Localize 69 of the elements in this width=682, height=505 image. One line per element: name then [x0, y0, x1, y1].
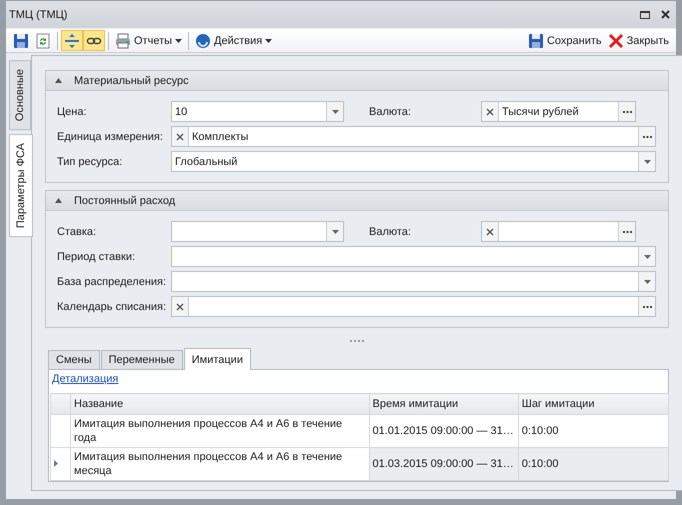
link-icon[interactable] [83, 30, 105, 51]
field-label: Цена: [57, 106, 88, 118]
lookup-field[interactable] [171, 296, 656, 317]
dropdown-button[interactable] [638, 247, 655, 266]
field-label: Единица измерения: [57, 130, 164, 142]
column-header[interactable]: Название [70, 394, 369, 414]
dropdown-field[interactable]: 10 [171, 101, 344, 122]
detail-link[interactable]: Детализация [52, 373, 118, 390]
clear-button[interactable] [172, 297, 189, 316]
dropdown-field[interactable] [171, 271, 656, 292]
lookup-field[interactable] [481, 221, 636, 242]
field-label: Тип ресурса: [57, 156, 124, 168]
clear-button[interactable] [482, 102, 499, 121]
clear-icon [176, 302, 184, 310]
dropdown-button[interactable] [326, 222, 343, 241]
clear-button[interactable] [482, 222, 499, 241]
dropdown-button[interactable] [326, 102, 343, 121]
table-cell: 0:10:00 [518, 448, 668, 480]
toolbar-button[interactable]: Сохранить [524, 30, 605, 51]
dropdown-field[interactable] [171, 221, 344, 242]
ellipsis-button[interactable] [618, 102, 635, 121]
clear-icon [486, 108, 494, 116]
printer-icon [115, 32, 131, 48]
table-cell: Имитация выполнения процессов А4 и А6 в течение года [70, 414, 369, 448]
table-cell: 01.03.2015 09:00:00 — 31… [369, 448, 518, 480]
expand-vertical-icon[interactable] [61, 30, 83, 51]
column-header[interactable]: Время имитации [369, 394, 518, 414]
field-label: Календарь списания: [57, 300, 168, 312]
caret-icon [644, 254, 650, 258]
tab[interactable]: Переменные [100, 350, 183, 369]
row-indicator-icon [54, 460, 58, 467]
side-tab[interactable]: Параметры ФСА [9, 134, 33, 238]
tab[interactable]: Смены [48, 350, 100, 369]
caret-icon [644, 160, 650, 164]
dropdown-button[interactable] [638, 152, 655, 171]
field-label: Валюта: [369, 106, 412, 118]
caret-icon [332, 230, 338, 234]
caret-icon [644, 280, 650, 284]
tab[interactable]: Имитации [184, 348, 251, 370]
caret-icon [265, 38, 272, 42]
table-cell: Имитация выполнения процессов А4 и А6 в течение месяца [70, 448, 369, 480]
field-label: Период ставки: [57, 250, 136, 262]
dropdown-button[interactable] [638, 272, 655, 291]
side-tab[interactable]: Основные [9, 60, 31, 130]
column-header[interactable]: Шаг имитации [518, 394, 668, 414]
menu-button[interactable]: Действия [192, 30, 276, 51]
close-icon [608, 32, 624, 48]
dropdown-field[interactable]: Глобальный [171, 151, 656, 172]
save-icon [528, 32, 544, 48]
group-header[interactable]: Постоянный расход [46, 191, 668, 211]
globe-icon [195, 32, 212, 48]
window-title: ТМЦ (ТМЦ) [9, 8, 68, 20]
clear-icon [486, 228, 494, 236]
dropdown-field[interactable] [171, 246, 656, 267]
lookup-field[interactable]: Комплекты [171, 126, 656, 147]
caret-icon [175, 38, 182, 42]
toolbar-button[interactable]: Закрыть [604, 30, 672, 51]
clear-icon [176, 132, 184, 140]
group-header[interactable]: Материальный ресурс [46, 71, 668, 91]
menu-button[interactable]: Отчеты [112, 30, 186, 51]
caret-icon [332, 110, 338, 114]
ellipsis-button[interactable] [618, 222, 635, 241]
field-label: Ставка: [57, 226, 98, 238]
field-label: База распределения: [57, 276, 168, 288]
ellipsis-button[interactable] [638, 297, 655, 316]
ellipsis-button[interactable] [638, 127, 655, 146]
lookup-field[interactable]: Тысячи рублей [481, 101, 636, 122]
field-label: Валюта: [369, 226, 412, 238]
clear-button[interactable] [172, 127, 189, 146]
